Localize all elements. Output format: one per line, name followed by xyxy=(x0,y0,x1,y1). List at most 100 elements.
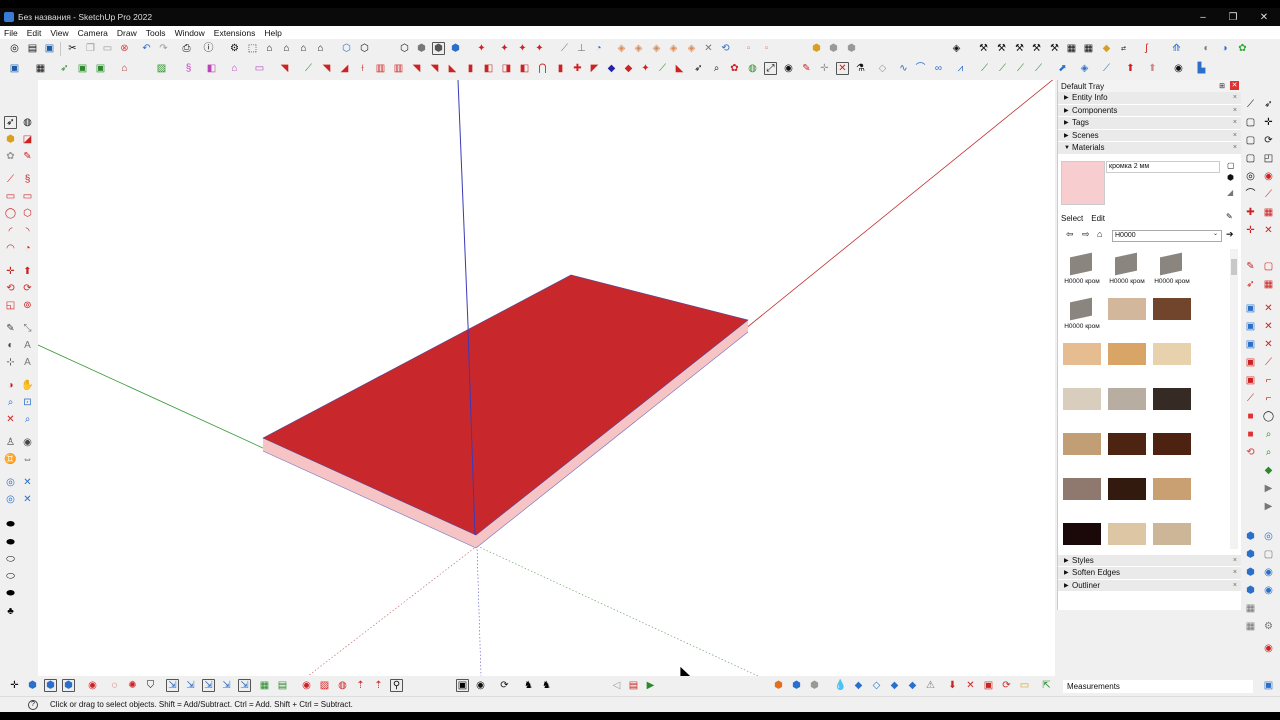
tray-close-icon[interactable]: ✕ xyxy=(1230,81,1239,90)
material-swatch[interactable] xyxy=(1061,339,1103,381)
orbit-icon[interactable]: ◑ xyxy=(4,379,17,392)
rect-r2-icon[interactable]: ▢ xyxy=(1262,548,1275,561)
dimension-icon[interactable]: ⊥ xyxy=(575,42,588,55)
move-icon[interactable]: ✛ xyxy=(4,265,17,278)
paint-icon[interactable]: ✿ xyxy=(728,62,741,75)
line-e-icon[interactable]: ⬈ xyxy=(1056,62,1069,75)
plugin-a-icon[interactable]: ▫ xyxy=(742,42,755,55)
square-r2-icon[interactable]: ■ xyxy=(1244,428,1257,441)
iso-view-icon[interactable]: ⬚ xyxy=(246,42,259,55)
right-view-icon[interactable]: ⌂ xyxy=(297,42,310,55)
profile-q-icon[interactable]: ✚ xyxy=(571,62,584,75)
box-r-icon[interactable]: ▣ xyxy=(1244,302,1257,315)
scale-tool-icon[interactable]: ◱ xyxy=(4,299,17,312)
component-a-icon[interactable]: ⬢ xyxy=(810,42,823,55)
warehouse-icon[interactable]: ◈ xyxy=(667,42,680,55)
line-r-icon[interactable]: ⟋ xyxy=(1262,188,1275,201)
play-r-icon[interactable]: ▶ xyxy=(1262,482,1275,495)
rotated-rect-icon[interactable]: ▭ xyxy=(21,190,34,203)
drop-d-icon[interactable]: ◆ xyxy=(888,679,901,692)
snap-d-icon[interactable]: ⇲ xyxy=(220,679,233,692)
ruby-console-icon[interactable]: ▣ xyxy=(1262,679,1275,692)
cube-r3-icon[interactable]: ⬢ xyxy=(1244,566,1257,579)
menu-tools[interactable]: Tools xyxy=(146,28,166,38)
square-r-icon[interactable]: ■ xyxy=(1244,410,1257,423)
move-cross-icon[interactable]: ✛ xyxy=(1262,116,1275,129)
arrow-up-b-icon[interactable]: ⇡ xyxy=(354,679,367,692)
snap-e-icon[interactable]: ⇲ xyxy=(238,679,251,692)
line-r3-icon[interactable]: ⟋ xyxy=(1244,392,1257,405)
select-green-icon[interactable]: ➶ xyxy=(58,62,71,75)
sandbox-drape-icon[interactable]: ◎ xyxy=(4,493,17,506)
close-button[interactable]: ✕ xyxy=(1248,8,1280,26)
undo-r-icon[interactable]: ⟲ xyxy=(1244,446,1257,459)
axes-icon[interactable]: ◈ xyxy=(632,42,645,55)
print-icon[interactable]: ⎙ xyxy=(180,42,193,55)
material-swatch[interactable] xyxy=(1106,294,1148,336)
plugin-k-icon[interactable]: ⇄ xyxy=(1117,42,1130,55)
cube-r-icon[interactable]: ⬢ xyxy=(1244,530,1257,543)
drop-a-icon[interactable]: 💧 xyxy=(834,679,847,692)
pan-icon[interactable]: ✋ xyxy=(21,379,34,392)
plugin-p-icon[interactable]: ✿ xyxy=(1236,42,1249,55)
cube-r2-icon[interactable]: ⬢ xyxy=(1244,548,1257,561)
cube-outline-icon[interactable]: ◰ xyxy=(1262,152,1275,165)
doc-b-icon[interactable]: ▣ xyxy=(982,679,995,692)
material-swatch[interactable] xyxy=(1151,474,1193,516)
zigzag-icon[interactable]: ⩘ xyxy=(954,62,967,75)
menu-camera[interactable]: Camera xyxy=(78,28,108,38)
dropper-icon[interactable]: ⚗ xyxy=(854,62,867,75)
bookmark-icon[interactable]: ▙ xyxy=(1195,62,1208,75)
rectangle-icon[interactable]: ▭ xyxy=(4,190,17,203)
grid-icon[interactable]: ▦ xyxy=(34,62,47,75)
select-r-icon[interactable]: ➶ xyxy=(1244,278,1257,291)
rect-green-icon[interactable]: ▣ xyxy=(94,62,107,75)
box-green-icon[interactable]: ▣ xyxy=(76,62,89,75)
new-icon[interactable]: ◎ xyxy=(8,42,21,55)
x-r2-icon[interactable]: ✕ xyxy=(1262,320,1275,333)
line-c-icon[interactable]: ⟋ xyxy=(1014,62,1027,75)
move-tool-icon[interactable]: ✛ xyxy=(818,62,831,75)
sandbox-flip-icon[interactable]: ✕ xyxy=(21,493,34,506)
section-components[interactable]: ▶ Components × xyxy=(1058,104,1241,117)
materials-scrollbar[interactable] xyxy=(1230,248,1238,549)
material-swatch[interactable] xyxy=(1106,474,1148,516)
rect-r-icon[interactable]: ▢ xyxy=(1262,260,1275,273)
pin-icon[interactable]: ⊞ xyxy=(1219,82,1225,90)
plugin-f-icon[interactable]: ⚒ xyxy=(1030,42,1043,55)
home-icon[interactable]: ⌂ xyxy=(1097,229,1102,239)
zoom-extents-tool-icon[interactable]: ✕ xyxy=(4,413,17,426)
plugin-m-icon[interactable]: ⟰ xyxy=(1170,42,1183,55)
profile-h-icon[interactable]: ◥ xyxy=(410,62,423,75)
axes-b-icon[interactable]: ⇱ xyxy=(1040,679,1053,692)
style-f-icon[interactable]: ♣ xyxy=(4,605,17,618)
circle-r-icon[interactable]: ◯ xyxy=(1262,410,1275,423)
follow-me-icon[interactable]: ⟳ xyxy=(21,282,34,295)
sheet-icon[interactable]: ▦ xyxy=(1262,206,1275,219)
material-swatch[interactable] xyxy=(1061,384,1103,426)
eraser-alt-icon[interactable]: ✎ xyxy=(21,150,34,163)
cube-r4-icon[interactable]: ⬢ xyxy=(1244,584,1257,597)
zoom-window-icon[interactable]: ⊡ xyxy=(21,396,34,409)
text-tool-icon[interactable]: A xyxy=(21,339,34,352)
material-swatch[interactable]: H0000 кром xyxy=(1061,249,1103,291)
circle-icon[interactable]: ◯ xyxy=(4,207,17,220)
curve-icon[interactable]: § xyxy=(182,62,195,75)
box-r3-icon[interactable]: ▣ xyxy=(1244,338,1257,351)
camera-orbit-icon[interactable]: ⚙ xyxy=(228,42,241,55)
plugin-l-icon[interactable]: ʃ xyxy=(1140,42,1153,55)
panel-top-face[interactable] xyxy=(262,274,749,536)
box-r4-icon[interactable]: ▣ xyxy=(1244,356,1257,369)
pie-icon[interactable]: ◔ xyxy=(21,242,34,255)
layers-icon[interactable]: ◈ xyxy=(950,42,963,55)
arc-small-icon[interactable]: ⌒ xyxy=(914,62,927,75)
style-a-icon[interactable]: ⬬ xyxy=(4,518,17,531)
style-c-icon[interactable]: ⬭ xyxy=(4,553,17,566)
box-r2-icon[interactable]: ▣ xyxy=(1244,320,1257,333)
cut-icon[interactable]: ✂ xyxy=(66,42,79,55)
protractor-icon[interactable]: ◔ xyxy=(592,42,605,55)
section-close-icon[interactable]: × xyxy=(1233,119,1237,126)
arc-icon[interactable]: ◜ xyxy=(4,225,17,238)
folder-b-icon[interactable]: ▭ xyxy=(1018,679,1031,692)
freehand-icon[interactable]: § xyxy=(21,173,34,186)
